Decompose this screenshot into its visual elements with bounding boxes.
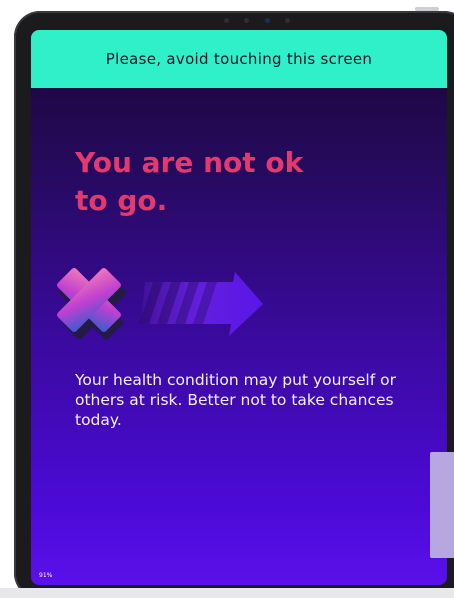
bottom-strip <box>0 588 454 598</box>
result-message: Your health condition may put yourself o… <box>75 371 396 429</box>
battery-indicator: 91% <box>39 572 53 579</box>
camera-icon <box>224 16 290 24</box>
tablet-side-button <box>415 7 439 11</box>
x-mark-arrow-icon <box>57 268 263 340</box>
banner-text: Please, avoid touching this screen <box>105 50 373 68</box>
headline-line-2: to go. <box>75 184 168 217</box>
scroll-handle[interactable] <box>430 452 454 558</box>
arrow-shape <box>139 272 263 336</box>
stage: Please, avoid touching this screen You a… <box>0 0 454 598</box>
kiosk-screen: Please, avoid touching this screen You a… <box>31 30 447 585</box>
headline-line-1: You are not ok <box>75 146 304 179</box>
result-headline: You are not ok to go. <box>75 144 375 220</box>
warning-banner: Please, avoid touching this screen <box>31 30 447 88</box>
x-mark <box>57 268 121 332</box>
